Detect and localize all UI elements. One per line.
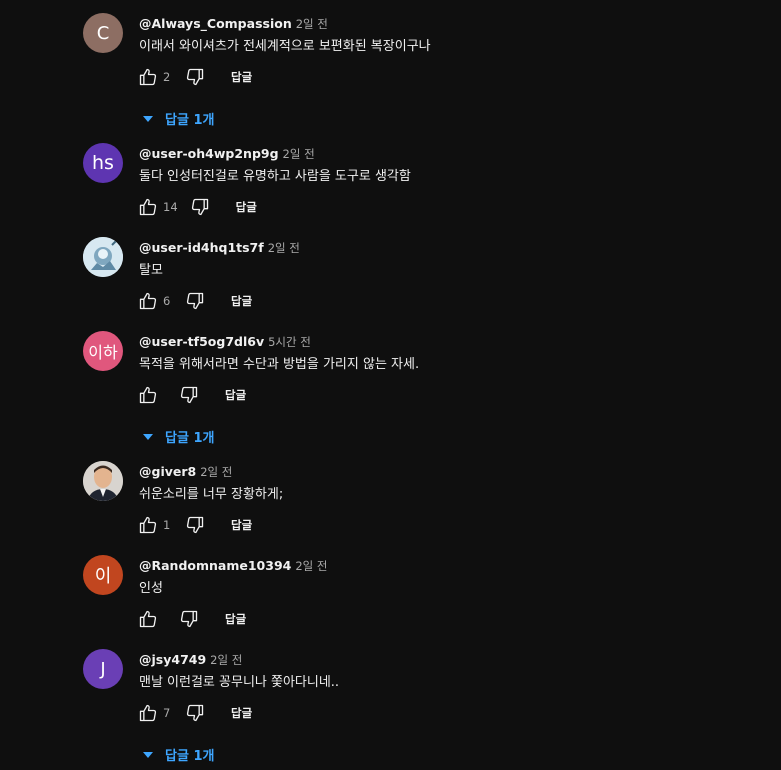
view-replies-button[interactable]: 답글 1개: [143, 107, 214, 129]
comment-text: 탈모: [139, 263, 163, 278]
comment-text: 둘다 인성터진걸로 유명하고 사람을 도구로 생각함: [139, 169, 411, 184]
like-count: 14: [163, 200, 178, 214]
comment-time[interactable]: 2일 전: [296, 17, 328, 31]
comment-text: 인성: [139, 581, 163, 596]
like-count: 7: [163, 706, 171, 720]
replies-count-label: 답글 1개: [165, 748, 215, 764]
dislike-button[interactable]: [177, 607, 201, 631]
comment-header: @Always_Compassion 2일 전: [139, 13, 328, 31]
thumbs-down-icon: [180, 610, 198, 628]
avatar[interactable]: [83, 461, 123, 501]
dislike-button[interactable]: [183, 65, 207, 89]
avatar-letter: hs: [92, 152, 114, 174]
comment-text: 목적을 위해서라면 수단과 방법을 가리지 않는 자세.: [139, 357, 420, 372]
thumbs-up-icon: [139, 292, 157, 310]
comment-actions: 2 답글: [136, 65, 252, 89]
reply-button[interactable]: 답글: [231, 293, 252, 309]
avatar[interactable]: 이: [83, 555, 123, 595]
avatar[interactable]: C: [83, 13, 123, 53]
comment-time[interactable]: 2일 전: [283, 147, 315, 161]
caret-down-icon: [143, 116, 153, 122]
comment-actions: 1 답글: [136, 513, 252, 537]
like-button[interactable]: [136, 195, 160, 219]
comment-author[interactable]: @jsy4749: [139, 652, 206, 667]
comment-text: 맨날 이런걸로 꽁무니나 쫓아다니네..: [139, 675, 340, 690]
comment-actions: 답글: [136, 607, 246, 631]
like-button[interactable]: [136, 607, 160, 631]
comment-author[interactable]: @Always_Compassion: [139, 16, 292, 31]
thumbs-down-icon: [180, 386, 198, 404]
dislike-button[interactable]: [183, 513, 207, 537]
like-button[interactable]: [136, 701, 160, 725]
comment-author[interactable]: @user-id4hq1ts7f: [139, 240, 264, 255]
comment-time[interactable]: 2일 전: [295, 559, 327, 573]
thumbs-up-icon: [139, 610, 157, 628]
avatar-letter: C: [96, 22, 110, 44]
dislike-button[interactable]: [183, 701, 207, 725]
comment-header: @Randomname10394 2일 전: [139, 555, 327, 573]
reply-button[interactable]: 답글: [236, 199, 257, 215]
replies-count-label: 답글 1개: [165, 430, 215, 446]
like-button[interactable]: [136, 383, 160, 407]
comment-time[interactable]: 2일 전: [200, 465, 232, 479]
comment-actions: 답글: [136, 383, 246, 407]
replies-count-label: 답글 1개: [165, 112, 215, 128]
avatar[interactable]: [83, 237, 123, 277]
comment-header: @jsy4749 2일 전: [139, 649, 242, 667]
thumbs-down-icon: [186, 292, 204, 310]
comment-time[interactable]: 2일 전: [210, 653, 242, 667]
comment-actions: 14 답글: [136, 195, 257, 219]
like-button[interactable]: [136, 513, 160, 537]
comment-header: @user-id4hq1ts7f 2일 전: [139, 237, 300, 255]
dislike-button[interactable]: [188, 195, 212, 219]
comment-author[interactable]: @giver8: [139, 464, 196, 479]
reply-button[interactable]: 답글: [231, 517, 252, 533]
thumbs-up-icon: [139, 198, 157, 216]
dislike-button[interactable]: [177, 383, 201, 407]
comment-time[interactable]: 2일 전: [268, 241, 300, 255]
comment-author[interactable]: @user-tf5og7dl6v: [139, 334, 264, 349]
profile-photo-icon: [83, 237, 123, 277]
profile-photo-icon: [83, 461, 123, 501]
avatar-letter: J: [100, 658, 106, 680]
view-replies-button[interactable]: 답글 1개: [143, 743, 214, 765]
avatar-letter: 이하: [88, 343, 118, 362]
thumbs-down-icon: [186, 704, 204, 722]
like-count: 1: [163, 518, 171, 532]
avatar[interactable]: 이하: [83, 331, 123, 371]
view-replies-button[interactable]: 답글 1개: [143, 425, 214, 447]
dislike-button[interactable]: [183, 289, 207, 313]
thumbs-up-icon: [139, 68, 157, 86]
comment-text: 쉬운소리를 너무 장황하게;: [139, 487, 284, 502]
like-button[interactable]: [136, 65, 160, 89]
avatar[interactable]: hs: [83, 143, 123, 183]
comment-header: @giver8 2일 전: [139, 461, 232, 479]
reply-button[interactable]: 답글: [231, 705, 252, 721]
avatar-letter: 이: [94, 566, 112, 587]
thumbs-up-icon: [139, 704, 157, 722]
caret-down-icon: [143, 752, 153, 758]
like-button[interactable]: [136, 289, 160, 313]
comment-header: @user-tf5og7dl6v 5시간 전: [139, 331, 311, 349]
thumbs-down-icon: [186, 68, 204, 86]
reply-button[interactable]: 답글: [231, 69, 252, 85]
comment-actions: 7 답글: [136, 701, 252, 725]
thumbs-up-icon: [139, 516, 157, 534]
comments-section: C @Always_Compassion 2일 전 이래서 와이셔츠가 전세계적으…: [0, 0, 781, 770]
avatar[interactable]: J: [83, 649, 123, 689]
comment-actions: 6 답글: [136, 289, 252, 313]
comment-header: @user-oh4wp2np9g 2일 전: [139, 143, 315, 161]
thumbs-up-icon: [139, 386, 157, 404]
reply-button[interactable]: 답글: [225, 611, 246, 627]
caret-down-icon: [143, 434, 153, 440]
comment-author[interactable]: @Randomname10394: [139, 558, 291, 573]
thumbs-down-icon: [191, 198, 208, 216]
comment-author[interactable]: @user-oh4wp2np9g: [139, 146, 279, 161]
comment-text: 이래서 와이셔츠가 전세계적으로 보편화된 복장이구나: [139, 39, 431, 54]
thumbs-down-icon: [186, 516, 204, 534]
comment-time[interactable]: 5시간 전: [268, 335, 311, 349]
like-count: 2: [163, 70, 171, 84]
reply-button[interactable]: 답글: [225, 387, 246, 403]
like-count: 6: [163, 294, 171, 308]
